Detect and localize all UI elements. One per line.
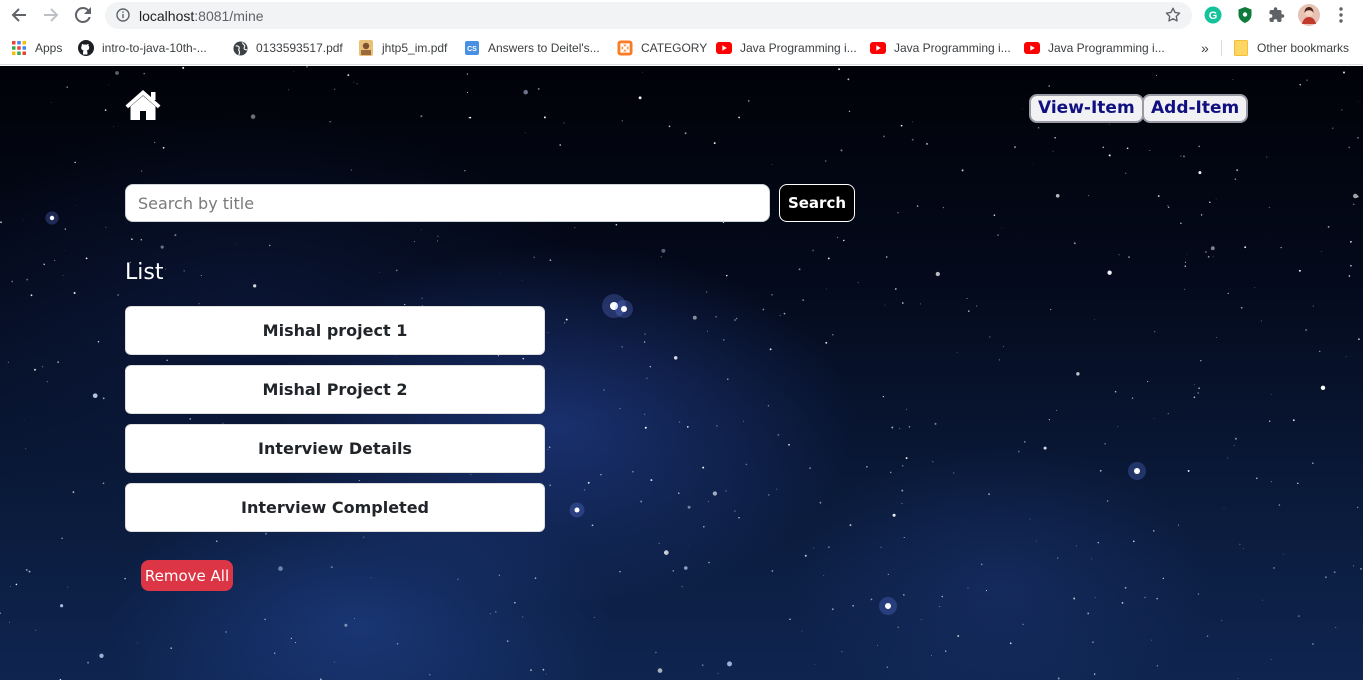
bookmark-label: Apps: [35, 41, 63, 55]
bookmarks-overflow-button[interactable]: »: [1201, 38, 1209, 58]
bookmark-category[interactable]: CATEGORY: [617, 38, 707, 58]
bookmark-pdf-2[interactable]: jhtp5_im.pdf: [358, 38, 447, 58]
site-info-icon[interactable]: [116, 8, 130, 27]
list-item[interactable]: Mishal Project 2: [125, 365, 545, 414]
bookmark-answers[interactable]: CS Answers to Deitel's...: [464, 38, 600, 58]
page-content: View-Item Add-Item Search List Mishal pr…: [0, 66, 1363, 680]
bookmark-label: Java Programming i...: [894, 41, 1011, 55]
forward-arrow-icon[interactable]: [39, 4, 63, 26]
search-button[interactable]: Search: [779, 184, 855, 222]
bookmark-github[interactable]: intro-to-java-10th-...: [78, 38, 207, 58]
grammarly-icon[interactable]: G: [1203, 5, 1223, 25]
url-host: localhost: [139, 8, 195, 24]
youtube-icon: [870, 40, 886, 56]
url-text: localhost:8081/mine: [139, 8, 264, 24]
bookmark-apps[interactable]: Apps: [11, 38, 62, 58]
youtube-icon: [716, 40, 732, 56]
list-item[interactable]: Interview Completed: [125, 483, 545, 532]
bookmark-other[interactable]: Other bookmarks: [1233, 38, 1349, 58]
bookmark-youtube-1[interactable]: Java Programming i...: [716, 38, 857, 58]
address-bar[interactable]: localhost:8081/mine: [105, 2, 1192, 29]
bookmark-youtube-3[interactable]: Java Programming i...: [1024, 38, 1165, 58]
extensions-puzzle-icon[interactable]: [1267, 5, 1287, 25]
remove-all-button[interactable]: Remove All: [141, 560, 233, 591]
folder-icon: [1233, 40, 1249, 56]
browser-menu-icon[interactable]: [1331, 5, 1351, 25]
list-item[interactable]: Interview Details: [125, 424, 545, 473]
item-list: Mishal project 1 Mishal Project 2 Interv…: [125, 306, 545, 542]
search-input[interactable]: [125, 184, 770, 222]
reload-icon[interactable]: [71, 4, 95, 26]
xampp-icon: [617, 40, 633, 56]
bookmark-youtube-2[interactable]: Java Programming i...: [870, 38, 1011, 58]
bookmark-label: Java Programming i...: [1048, 41, 1165, 55]
profile-avatar[interactable]: [1297, 3, 1321, 27]
bookmark-label: intro-to-java-10th-...: [102, 41, 207, 55]
cs-icon: CS: [464, 40, 480, 56]
bookmark-label: Answers to Deitel's...: [488, 41, 600, 55]
bookmark-label: 0133593517.pdf: [256, 41, 343, 55]
back-arrow-icon[interactable]: [7, 4, 31, 26]
bookmark-label: CATEGORY: [641, 41, 708, 55]
globe-icon: [232, 40, 248, 56]
bookmark-pdf-1[interactable]: 0133593517.pdf: [232, 38, 343, 58]
youtube-icon: [1024, 40, 1040, 56]
bookmark-label: Java Programming i...: [740, 41, 857, 55]
bookmark-star-icon[interactable]: [1164, 6, 1182, 29]
pdf-thumb-icon: [358, 40, 374, 56]
svg-text:CS: CS: [467, 46, 477, 53]
list-item[interactable]: Mishal project 1: [125, 306, 545, 355]
apps-grid-icon: [11, 40, 27, 56]
add-item-button[interactable]: Add-Item: [1142, 94, 1249, 123]
bookmarks-divider: [1221, 40, 1222, 56]
view-item-button[interactable]: View-Item: [1029, 94, 1144, 123]
home-icon[interactable]: [124, 88, 162, 127]
shield-extension-icon[interactable]: [1235, 5, 1255, 25]
bookmarks-bar: Apps intro-to-java-10th-... 0133593517.p…: [0, 31, 1363, 65]
bookmark-label: Other bookmarks: [1257, 41, 1350, 55]
svg-text:G: G: [1209, 10, 1218, 22]
bookmark-label: jhtp5_im.pdf: [382, 41, 448, 55]
url-path: :8081/mine: [194, 8, 264, 24]
github-icon: [78, 40, 94, 56]
browser-toolbar: localhost:8081/mine G: [0, 0, 1363, 31]
list-heading: List: [125, 260, 164, 285]
